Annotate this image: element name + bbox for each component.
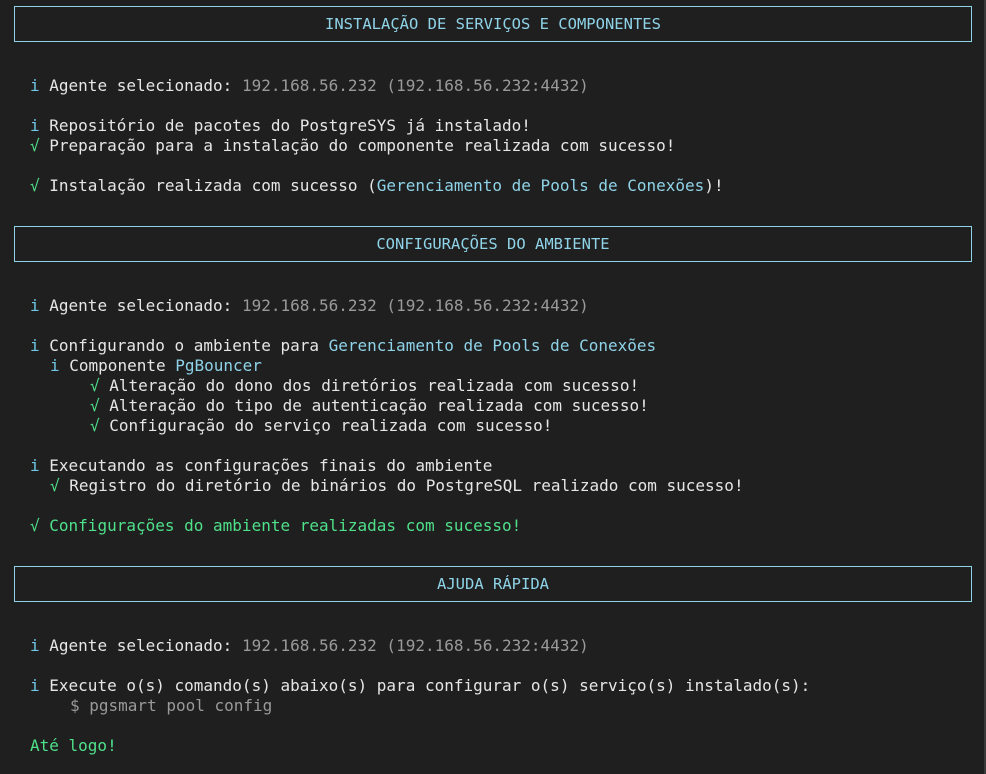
info-icon: i — [30, 116, 40, 135]
info-icon: i — [50, 356, 60, 375]
info-icon: i — [30, 676, 40, 695]
configuring-line: i Configurando o ambiente para Gerenciam… — [30, 336, 657, 355]
section-title: CONFIGURAÇÕES DO AMBIENTE — [376, 235, 610, 253]
config-done-line: √ Configurações do ambiente realizadas c… — [30, 516, 522, 535]
info-icon: i — [30, 636, 40, 655]
config-agent-line: i Agente selecionado: 192.168.56.232 (19… — [30, 296, 589, 315]
command-line: $ pgsmart pool config — [70, 696, 273, 715]
info-icon: i — [30, 456, 40, 475]
check-icon: √ — [90, 416, 100, 435]
check-icon: √ — [50, 476, 60, 495]
section-header-install: INSTALAÇÃO DE SERVIÇOS E COMPONENTES — [14, 6, 972, 42]
step-line: √ Configuração do serviço realizada com … — [90, 416, 553, 435]
step-line: √ Alteração do dono dos diretórios reali… — [90, 376, 640, 395]
component-line: i Componente PgBouncer — [50, 356, 262, 375]
step-line: √ Alteração do tipo de autenticação real… — [90, 396, 649, 415]
install-result-line: √ Instalação realizada com sucesso (Gere… — [30, 176, 724, 195]
agent-address: 192.168.56.232 (192.168.56.232:4432) — [241, 296, 589, 315]
check-icon: √ — [30, 516, 40, 535]
info-icon: i — [30, 336, 40, 355]
check-icon: √ — [30, 176, 40, 195]
goodbye-line: Até logo! — [30, 736, 117, 755]
component-pgbouncer: PgBouncer — [175, 356, 262, 375]
terminal-window: INSTALAÇÃO DE SERVIÇOS E COMPONENTES i A… — [0, 0, 986, 774]
check-icon: √ — [30, 136, 40, 155]
check-icon: √ — [90, 396, 100, 415]
section-title: INSTALAÇÃO DE SERVIÇOS E COMPONENTES — [325, 15, 661, 33]
final-config-line: i Executando as configurações finais do … — [30, 456, 493, 475]
info-icon: i — [30, 76, 40, 95]
registry-line: √ Registro do diretório de binários do P… — [50, 476, 744, 495]
info-icon: i — [30, 296, 40, 315]
execute-line: i Execute o(s) comando(s) abaixo(s) para… — [30, 676, 811, 695]
help-agent-line: i Agente selecionado: 192.168.56.232 (19… — [30, 636, 589, 655]
section-header-config: CONFIGURAÇÕES DO AMBIENTE — [14, 226, 972, 262]
section-header-help: AJUDA RÁPIDA — [14, 566, 972, 602]
component-name: Gerenciamento de Pools de Conexões — [376, 176, 705, 195]
repo-line: i Repositório de pacotes do PostgreSYS j… — [30, 116, 531, 135]
configuring-target: Gerenciamento de Pools de Conexões — [328, 336, 657, 355]
agent-address: 192.168.56.232 (192.168.56.232:4432) — [241, 636, 589, 655]
prep-line: √ Preparação para a instalação do compon… — [30, 136, 676, 155]
install-agent-line: i Agente selecionado: 192.168.56.232 (19… — [30, 76, 589, 95]
section-title: AJUDA RÁPIDA — [437, 575, 549, 593]
check-icon: √ — [90, 376, 100, 395]
agent-address: 192.168.56.232 (192.168.56.232:4432) — [241, 76, 589, 95]
